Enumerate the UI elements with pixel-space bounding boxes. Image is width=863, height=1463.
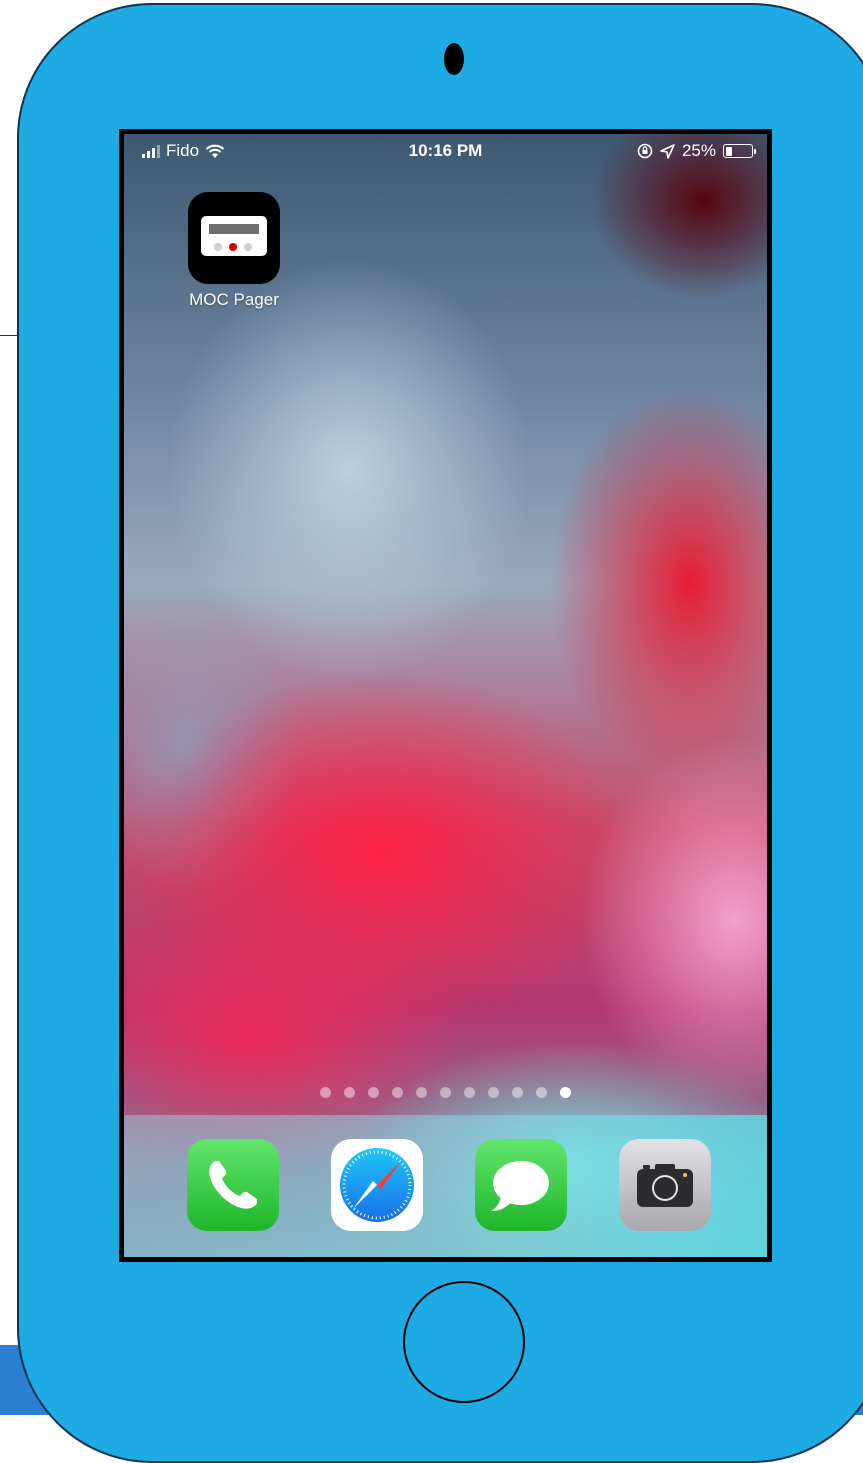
page-dot[interactable] xyxy=(320,1087,331,1098)
phone-app[interactable] xyxy=(187,1139,279,1231)
page-dot[interactable] xyxy=(392,1087,403,1098)
status-bar: Fido 10:16 PM 25% xyxy=(124,134,767,168)
page-dot[interactable] xyxy=(464,1087,475,1098)
phone-screen: Fido 10:16 PM 25% MOC Pager xyxy=(119,129,772,1262)
page-dot[interactable] xyxy=(368,1087,379,1098)
camera-app[interactable] xyxy=(619,1139,711,1231)
battery-icon xyxy=(723,144,756,158)
messages-icon xyxy=(491,1161,549,1211)
page-dot[interactable] xyxy=(488,1087,499,1098)
page-indicator[interactable] xyxy=(119,1087,772,1098)
front-camera xyxy=(444,43,464,75)
messages-app[interactable] xyxy=(475,1139,567,1231)
home-button[interactable] xyxy=(403,1281,525,1403)
page-dot[interactable] xyxy=(344,1087,355,1098)
page-dot[interactable] xyxy=(416,1087,427,1098)
battery-fill xyxy=(725,146,732,156)
app-label: MOC Pager xyxy=(189,290,279,309)
camera-icon xyxy=(637,1164,693,1207)
page-dot[interactable] xyxy=(440,1087,451,1098)
location-arrow-icon xyxy=(660,143,675,159)
phone-icon xyxy=(209,1161,257,1209)
safari-app[interactable] xyxy=(331,1139,423,1231)
safari-icon xyxy=(340,1148,414,1222)
orientation-lock-icon xyxy=(637,143,653,159)
app-moc-pager[interactable]: MOC Pager xyxy=(179,192,289,310)
pager-icon xyxy=(188,192,280,284)
dock xyxy=(124,1115,767,1257)
battery-percent: 25% xyxy=(681,141,716,160)
page-dot[interactable] xyxy=(560,1087,571,1098)
page-dot[interactable] xyxy=(512,1087,523,1098)
page-dot[interactable] xyxy=(536,1087,547,1098)
